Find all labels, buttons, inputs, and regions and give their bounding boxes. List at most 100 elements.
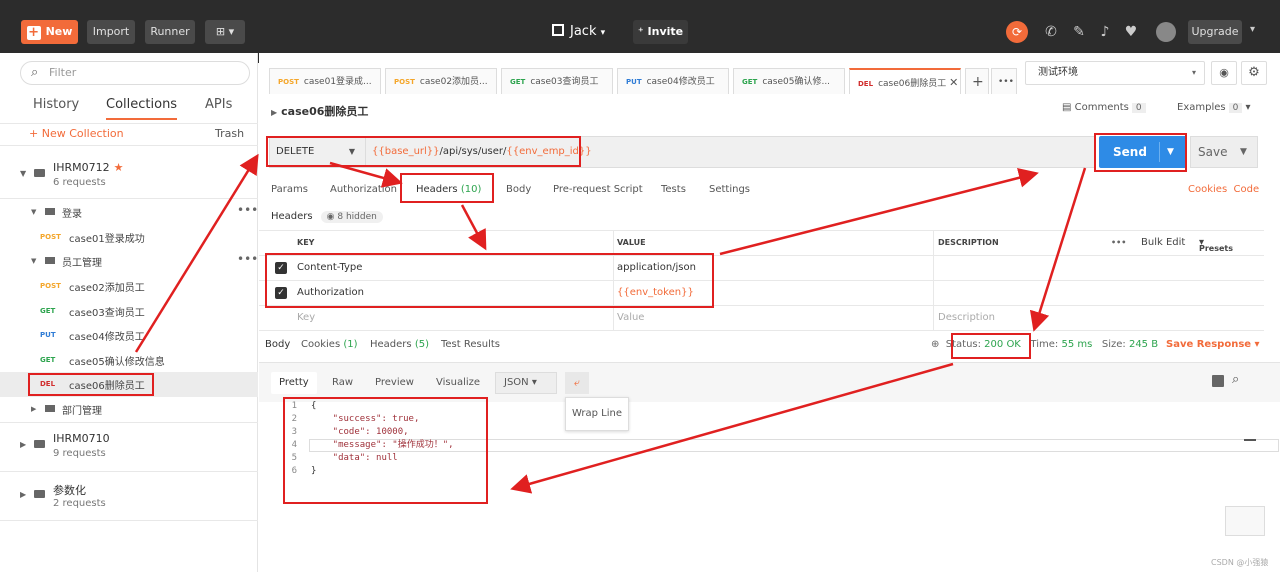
satellite-icon[interactable]: ✆ [1042, 23, 1060, 41]
annotation-box-response [283, 397, 488, 504]
tab-apis[interactable]: APIs [205, 97, 232, 112]
scrollbar[interactable] [1244, 439, 1256, 441]
more-icon[interactable]: ••• [237, 203, 258, 217]
annotation-box-selected-request [28, 373, 154, 396]
runner-button[interactable]: Runner [145, 20, 195, 44]
sidebar-request-item[interactable]: GET case05确认修改信息 [0, 348, 258, 373]
save-button[interactable]: Save ▼ [1190, 136, 1258, 168]
divider [933, 231, 934, 255]
divider [0, 145, 258, 146]
request-tab[interactable]: PUT case04修改员工 [617, 68, 729, 94]
request-tab[interactable]: GET case05确认修... [733, 68, 845, 94]
more-icon[interactable]: ••• [1111, 238, 1126, 247]
tab-test-results[interactable]: Test Results [441, 339, 500, 350]
tab-response-headers[interactable]: Headers (5) [370, 339, 429, 350]
request-tab[interactable]: POST case01登录成... [269, 68, 381, 94]
chevron-down-icon[interactable]: ▾ [1250, 24, 1255, 35]
chevron-right-icon[interactable]: ▶ [271, 108, 277, 117]
wrap-line-icon[interactable]: ⤶ [565, 372, 589, 394]
tab-response-cookies[interactable]: Cookies (1) [301, 339, 358, 350]
folder-login[interactable]: ▼ 登录 ••• [0, 200, 258, 225]
tab-response-body[interactable]: Body [265, 339, 290, 350]
tab-prerequest-script[interactable]: Pre-request Script [553, 184, 643, 195]
watermark: CSDN @小强猿 [1211, 558, 1269, 567]
new-tab-menu-button[interactable]: ⊞ ▾ [205, 20, 245, 44]
folder-icon [45, 208, 55, 215]
view-pretty[interactable]: Pretty [271, 372, 317, 394]
heart-icon[interactable]: ♥ [1122, 23, 1140, 41]
search-icon[interactable]: ⌕ [1232, 372, 1239, 387]
view-visualize[interactable]: Visualize [428, 372, 488, 394]
filter-input[interactable]: ⌕ Filter [20, 61, 250, 85]
response-toolbar: Pretty Raw Preview Visualize JSON ▾ ⤶ ⌕ [259, 362, 1280, 402]
new-collection-button[interactable]: + New Collection [29, 127, 124, 140]
divider [933, 306, 934, 330]
divider [0, 123, 258, 124]
wrench-icon[interactable]: ✎ [1070, 23, 1088, 41]
format-select[interactable]: JSON ▾ [495, 372, 557, 394]
tab-history[interactable]: History [33, 97, 79, 112]
presets-dropdown[interactable]: Presets ▾ [1199, 237, 1233, 253]
folder-icon [34, 440, 45, 448]
sidebar: ⌕ Filter History Collections APIs + New C… [0, 53, 258, 572]
table-row-empty[interactable]: Key Value Description [259, 306, 1264, 331]
divider [0, 422, 258, 423]
tab-collections[interactable]: Collections [106, 97, 178, 120]
sidebar-request-item[interactable]: GET case03查询员工 [0, 299, 258, 324]
trash-link[interactable]: Trash [215, 127, 244, 140]
folder-icon [45, 405, 55, 412]
chevron-down-icon: ▾ [1245, 102, 1251, 113]
upgrade-button[interactable]: Upgrade [1188, 20, 1242, 44]
divider [0, 471, 258, 472]
avatar[interactable] [1156, 22, 1176, 42]
folder-dept[interactable]: ▶ 部门管理 [0, 397, 258, 422]
close-icon[interactable]: ✕ [949, 76, 958, 89]
headers-title-row: Headers ◉ 8 hidden [271, 211, 383, 223]
import-button[interactable]: Import [87, 20, 135, 44]
chevron-down-icon[interactable]: ▼ [1240, 137, 1247, 167]
invite-button[interactable]: ⁺ Invite [633, 20, 688, 44]
sync-icon[interactable]: ⟳ [1006, 21, 1028, 43]
bulk-edit-link[interactable]: Bulk Edit [1141, 237, 1185, 248]
annotation-box-headers-tab [400, 173, 494, 203]
eye-icon[interactable]: ◉ [1211, 61, 1237, 85]
code-link[interactable]: Code [1234, 184, 1260, 195]
wrap-line-tooltip: Wrap Line [565, 397, 629, 431]
request-tab[interactable]: GET case03查询员工 [501, 68, 613, 94]
comments-button[interactable]: ▤ Comments 0 [1062, 102, 1146, 113]
cookies-link[interactable]: Cookies [1188, 184, 1227, 195]
sidebar-request-item[interactable]: POST case01登录成功 [0, 225, 258, 250]
workspace-grid-icon [552, 24, 564, 36]
workspace-selector[interactable]: Jack ▾ [552, 20, 605, 44]
copy-icon[interactable] [1212, 375, 1224, 387]
examples-button[interactable]: Examples 0 ▾ [1177, 102, 1251, 113]
sidebar-request-item[interactable]: POST case02添加员工 [0, 274, 258, 299]
add-tab-button[interactable]: + [965, 68, 989, 94]
more-tabs-icon[interactable]: ••• [991, 68, 1017, 94]
tab-body[interactable]: Body [506, 184, 531, 195]
gear-icon[interactable]: ⚙ [1241, 61, 1267, 85]
folder-icon [34, 169, 45, 177]
tab-authorization[interactable]: Authorization [330, 184, 397, 195]
tab-tests[interactable]: Tests [661, 184, 686, 195]
more-icon[interactable]: ••• [237, 252, 258, 266]
view-raw[interactable]: Raw [324, 372, 361, 394]
star-icon[interactable]: ★ [114, 161, 124, 174]
environment-selector[interactable]: 测试环境 ▾ [1025, 61, 1205, 85]
divider [613, 231, 614, 255]
new-button[interactable]: + New [21, 20, 78, 44]
request-tab[interactable]: POST case02添加员... [385, 68, 497, 94]
bell-icon[interactable]: ♪ [1096, 23, 1114, 41]
folder-employee[interactable]: ▼ 员工管理 ••• [0, 249, 258, 274]
hidden-headers-toggle[interactable]: ◉ 8 hidden [320, 211, 383, 223]
folder-icon [45, 257, 55, 264]
view-preview[interactable]: Preview [367, 372, 422, 394]
tab-settings[interactable]: Settings [709, 184, 750, 195]
tab-params[interactable]: Params [271, 184, 308, 195]
annotation-box-status [951, 333, 1031, 359]
request-title: ▶ case06删除员工 [271, 105, 369, 118]
chevron-down-icon: ▼ [20, 169, 27, 178]
sidebar-request-item[interactable]: PUT case04修改员工 [0, 323, 258, 348]
request-tab-active[interactable]: DEL case06删除员工 ✕ [849, 68, 961, 94]
save-response-button[interactable]: Save Response ▾ [1166, 339, 1260, 350]
